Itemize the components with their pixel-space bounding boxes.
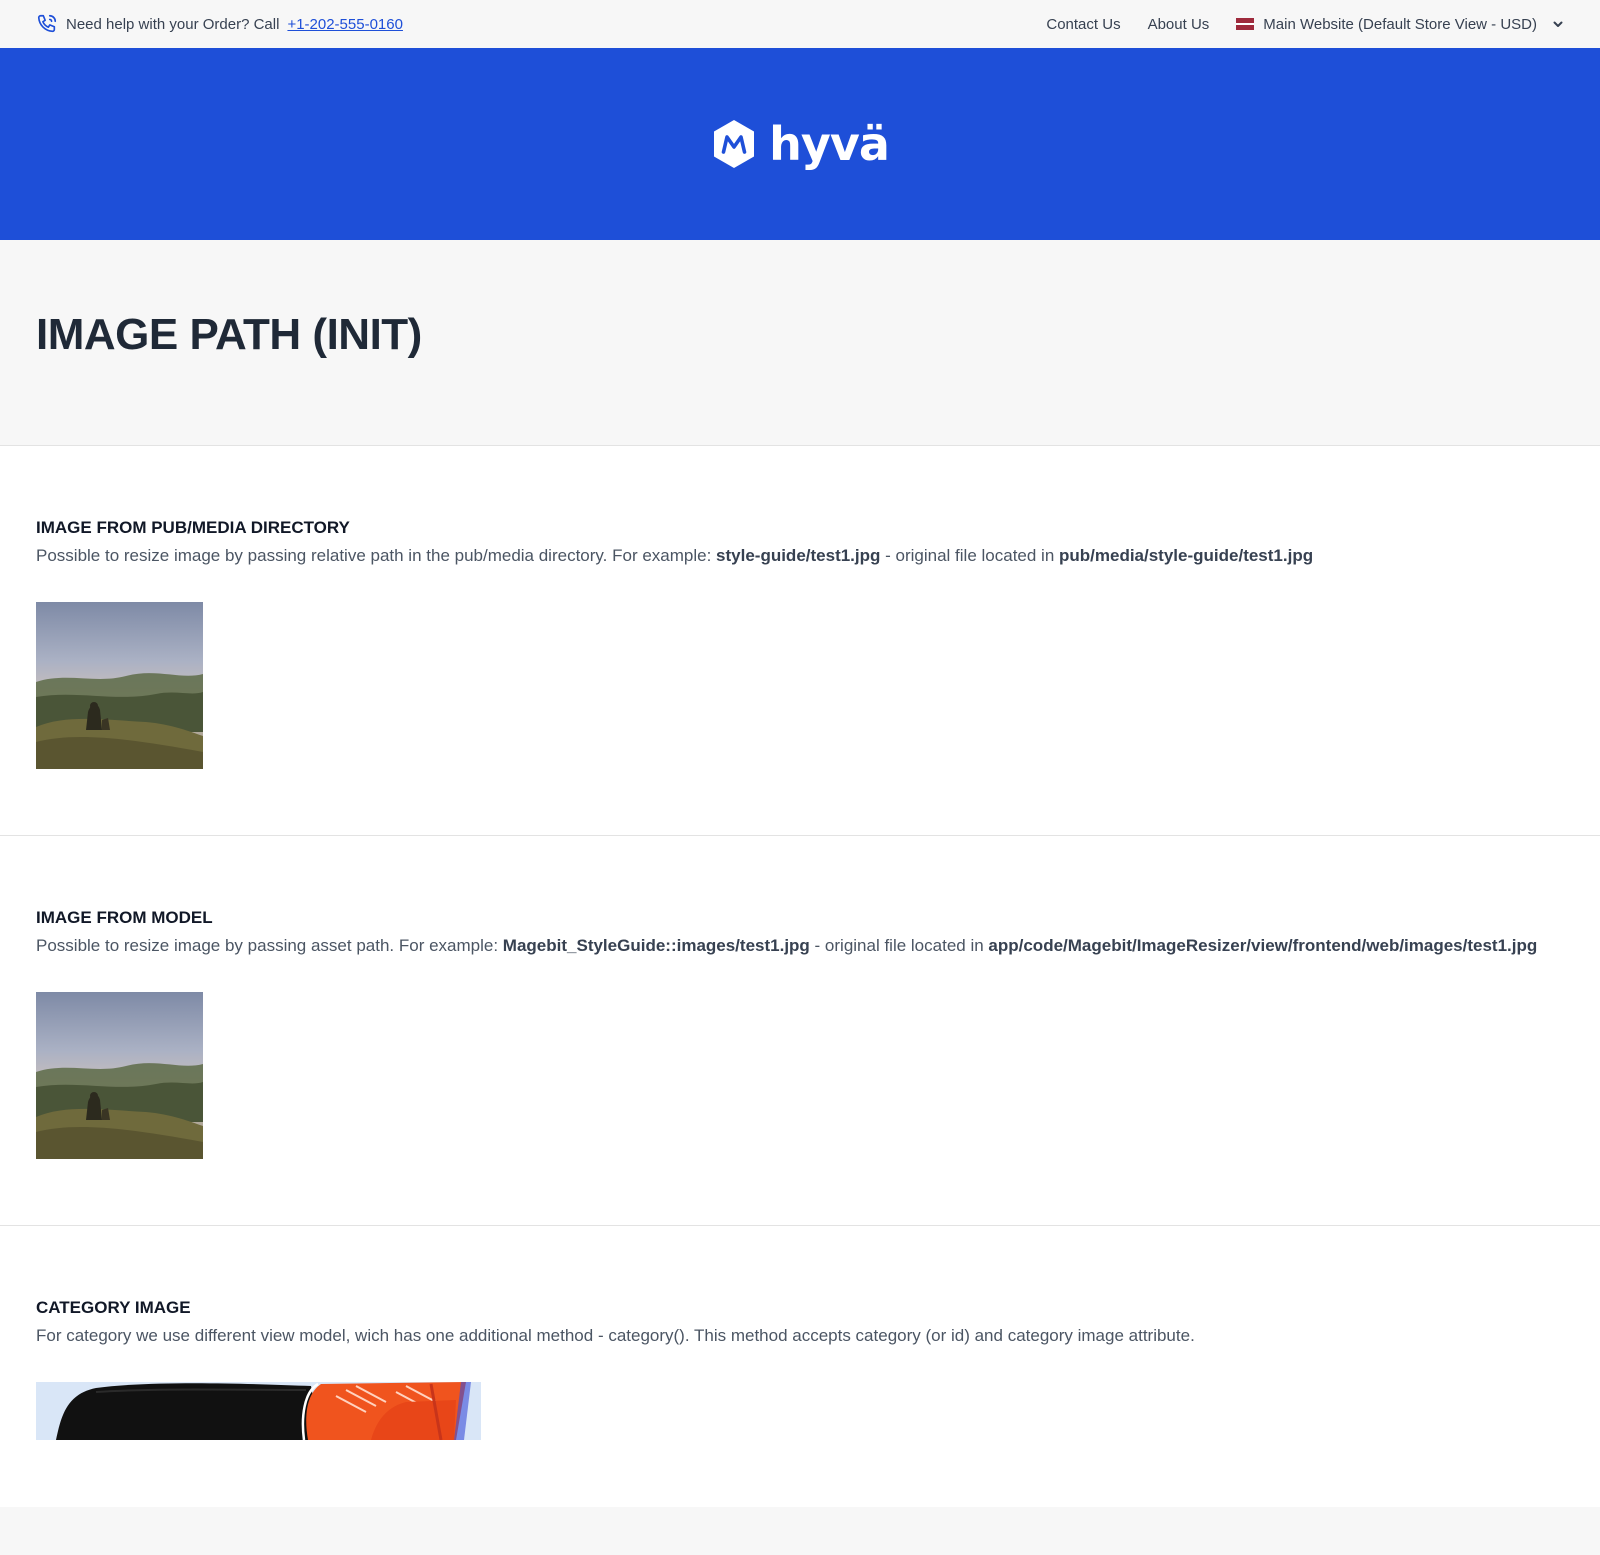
phone-icon xyxy=(36,13,58,35)
store-switcher[interactable]: Main Website (Default Store View - USD) xyxy=(1236,16,1564,33)
help-text: Need help with your Order? Call xyxy=(66,15,280,33)
logo-text: hyvä xyxy=(769,117,890,171)
desc-original-path: pub/media/style-guide/test1.jpg xyxy=(1059,546,1314,565)
desc-text: Possible to resize image by passing rela… xyxy=(36,546,717,565)
section-description: Possible to resize image by passing asse… xyxy=(36,934,1564,958)
footer-strip xyxy=(0,1507,1600,1555)
page-title-section: IMAGE PATH (INIT) xyxy=(0,240,1600,446)
section-title: IMAGE FROM MODEL xyxy=(36,908,213,927)
site-header: hyvä xyxy=(0,48,1600,240)
page-title: IMAGE PATH (INIT) xyxy=(36,310,422,359)
store-switcher-label: Main Website (Default Store View - USD) xyxy=(1263,15,1537,33)
top-nav: Contact Us About Us Main Website (Defaul… xyxy=(1046,16,1564,33)
desc-text: - original file located in xyxy=(880,546,1059,565)
site-logo[interactable]: hyvä xyxy=(711,117,890,171)
latvia-flag-icon xyxy=(1236,18,1255,30)
category-image xyxy=(36,1382,481,1440)
contact-us-link[interactable]: Contact Us xyxy=(1046,16,1120,33)
section-description: Possible to resize image by passing rela… xyxy=(36,544,1564,568)
chevron-down-icon xyxy=(1552,18,1564,30)
desc-text: Possible to resize image by passing asse… xyxy=(36,936,503,955)
top-bar: Need help with your Order? Call +1-202-5… xyxy=(0,0,1600,48)
section-title: IMAGE FROM PUB/MEDIA DIRECTORY xyxy=(36,518,350,537)
section-model: IMAGE FROM MODEL Possible to resize imag… xyxy=(0,836,1600,1226)
about-us-link[interactable]: About Us xyxy=(1148,16,1210,33)
desc-example-path: Magebit_StyleGuide::images/test1.jpg xyxy=(502,936,810,955)
hexagon-logo-icon xyxy=(711,118,757,170)
desc-example-path: style-guide/test1.jpg xyxy=(716,546,881,565)
section-pub-media: IMAGE FROM PUB/MEDIA DIRECTORY Possible … xyxy=(0,446,1600,836)
section-description: For category we use different view model… xyxy=(36,1326,1195,1345)
section-title: CATEGORY IMAGE xyxy=(36,1298,191,1317)
help-contact: Need help with your Order? Call +1-202-5… xyxy=(36,13,403,35)
desc-text: - original file located in xyxy=(809,936,989,955)
desc-original-path: app/code/Magebit/ImageResizer/view/front… xyxy=(988,936,1538,955)
resized-image-mountain xyxy=(36,992,203,1159)
phone-link[interactable]: +1-202-555-0160 xyxy=(287,16,403,33)
resized-image-mountain xyxy=(36,602,203,769)
section-category-image: CATEGORY IMAGE For category we use diffe… xyxy=(0,1226,1600,1507)
